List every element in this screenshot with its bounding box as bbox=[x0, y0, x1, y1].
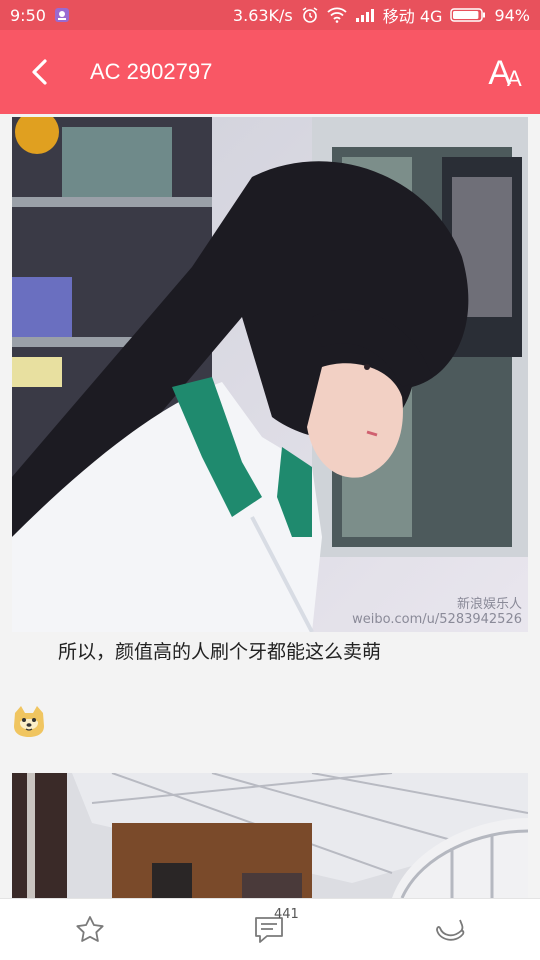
battery-icon bbox=[450, 7, 486, 23]
back-button[interactable] bbox=[0, 30, 80, 114]
app-bar: AC 2902797 A A bbox=[0, 30, 540, 114]
notification-app-icon bbox=[54, 7, 70, 23]
watermark-name: 新浪娱乐人 bbox=[456, 597, 522, 613]
font-size-button[interactable]: A A bbox=[470, 30, 540, 114]
status-right: 3.63K/s 移动 4G 94% bbox=[233, 3, 530, 27]
post-content: 新浪娱乐人 weibo.com/u/5283942526 所以，颜值高的人刷个牙… bbox=[0, 114, 540, 898]
photo-classroom-ceiling bbox=[12, 773, 528, 898]
banana-icon bbox=[436, 919, 465, 941]
back-arrow-icon bbox=[32, 59, 47, 85]
photo-watermark: 新浪娱乐人 weibo.com/u/5283942526 bbox=[352, 597, 522, 628]
watermark-url: weibo.com/u/5283942526 bbox=[352, 612, 522, 628]
page-title: AC 2902797 bbox=[90, 59, 213, 84]
star-icon bbox=[76, 915, 104, 942]
post-photo-1[interactable]: 新浪娱乐人 weibo.com/u/5283942526 bbox=[12, 117, 528, 632]
post-caption: 所以，颜值高的人刷个牙都能这么卖萌 bbox=[58, 641, 382, 663]
banana-reward-button[interactable] bbox=[420, 905, 480, 955]
comments-button[interactable]: 441 bbox=[240, 905, 300, 955]
bottom-toolbar: 441 bbox=[0, 898, 540, 960]
status-time: 9:50 bbox=[10, 5, 46, 25]
status-left: 9:50 bbox=[10, 6, 70, 25]
font-size-icon-small: A bbox=[507, 66, 522, 91]
status-bar: 9:50 3.63K/s 移动 4G 94% bbox=[0, 0, 540, 30]
alarm-icon bbox=[301, 6, 319, 24]
battery-percent: 94% bbox=[494, 5, 530, 25]
wifi-icon bbox=[327, 7, 347, 23]
net-speed: 3.63K/s bbox=[232, 5, 293, 25]
doge-emoji-icon bbox=[12, 704, 46, 738]
favorite-button[interactable] bbox=[60, 905, 120, 955]
post-photo-2[interactable] bbox=[12, 773, 528, 898]
comment-count: 441 bbox=[274, 906, 299, 922]
carrier-label: 移动 4G bbox=[382, 7, 443, 26]
photo-girl-brushing-teeth bbox=[12, 117, 528, 632]
signal-icon bbox=[355, 8, 375, 22]
